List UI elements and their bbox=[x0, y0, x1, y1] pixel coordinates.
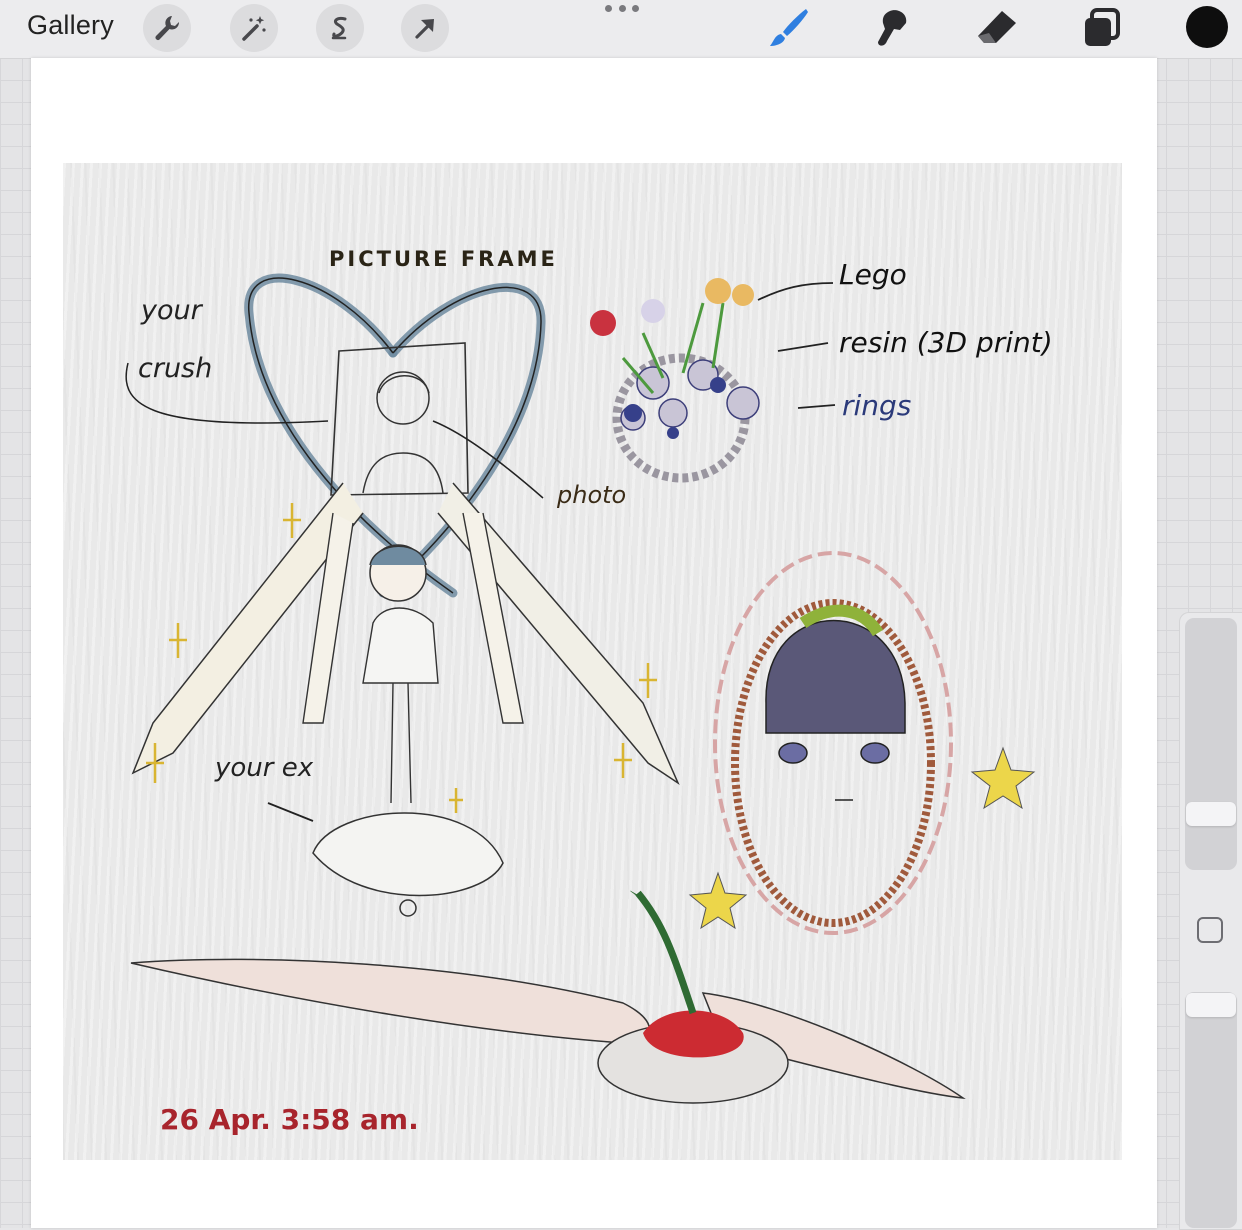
label-your-ex: your ex bbox=[215, 753, 314, 783]
artwork-image[interactable]: PICTURE FRAME your crush photo Lego resi… bbox=[63, 163, 1122, 1160]
brush-icon bbox=[770, 9, 808, 46]
modify-button[interactable] bbox=[1197, 917, 1223, 943]
label-picture-frame: PICTURE FRAME bbox=[329, 247, 558, 271]
label-photo: photo bbox=[557, 481, 627, 509]
label-your-crush-line1: your bbox=[141, 295, 202, 326]
date-signature: 26 Apr. 3:58 am. bbox=[160, 1103, 419, 1136]
paint-tool-button[interactable] bbox=[765, 4, 813, 52]
layers-icon bbox=[1085, 8, 1120, 46]
wrench-icon bbox=[155, 16, 180, 40]
magic-wand-icon bbox=[242, 16, 266, 41]
label-resin: resin (3D print) bbox=[839, 326, 1053, 359]
more-options-handle[interactable] bbox=[605, 5, 639, 17]
smudge-tool-button[interactable] bbox=[869, 4, 917, 52]
smudge-icon bbox=[878, 10, 907, 46]
brush-size-handle[interactable] bbox=[1186, 802, 1236, 826]
label-rings: rings bbox=[842, 389, 912, 422]
color-picker-button[interactable] bbox=[1186, 6, 1228, 48]
brush-size-slider[interactable] bbox=[1185, 618, 1237, 870]
erase-tool-button[interactable] bbox=[973, 4, 1021, 52]
layers-button[interactable] bbox=[1078, 4, 1126, 52]
label-lego: Lego bbox=[839, 258, 907, 291]
gallery-button[interactable]: Gallery bbox=[27, 10, 114, 41]
adjustments-button[interactable] bbox=[230, 4, 278, 52]
label-your-crush-line2: crush bbox=[138, 353, 213, 384]
transform-button[interactable] bbox=[401, 4, 449, 52]
selection-icon bbox=[331, 17, 347, 40]
eraser-icon bbox=[978, 11, 1016, 43]
artwork-sketch bbox=[125, 273, 1036, 1104]
top-toolbar: Gallery bbox=[0, 0, 1242, 59]
selection-button[interactable] bbox=[316, 4, 364, 52]
transform-arrow-icon bbox=[415, 19, 434, 39]
actions-button[interactable] bbox=[143, 4, 191, 52]
opacity-slider[interactable] bbox=[1185, 992, 1237, 1228]
opacity-handle[interactable] bbox=[1186, 993, 1236, 1017]
